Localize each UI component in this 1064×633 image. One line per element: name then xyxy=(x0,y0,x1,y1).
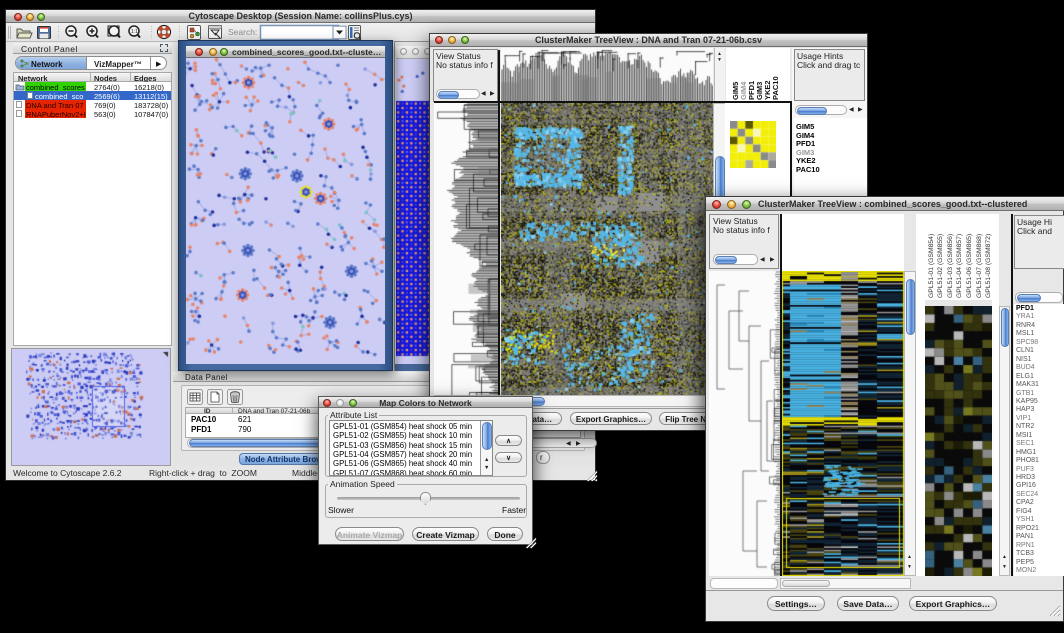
svg-text:Search:: Search: xyxy=(228,27,257,37)
svg-text:1:1: 1:1 xyxy=(131,29,138,35)
